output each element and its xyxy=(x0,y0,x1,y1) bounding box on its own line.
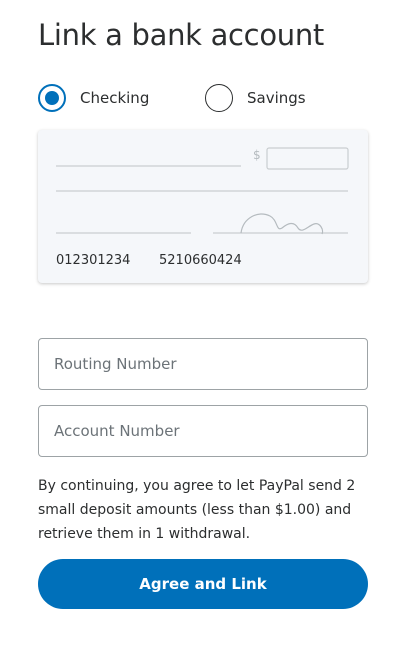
agree-and-link-button[interactable]: Agree and Link xyxy=(38,559,368,609)
signature-icon xyxy=(240,213,324,235)
check-routing-number: 012301234 xyxy=(56,253,131,268)
checking-label: Checking xyxy=(80,89,150,107)
savings-label: Savings xyxy=(247,89,306,107)
page-title: Link a bank account xyxy=(38,18,324,52)
currency-symbol: $ xyxy=(253,148,261,162)
disclaimer-text: By continuing, you agree to let PayPal s… xyxy=(38,478,356,542)
radio-dot xyxy=(45,91,59,105)
savings-radio[interactable]: Savings xyxy=(205,82,306,114)
check-illustration: $ 012301234 5210660424 xyxy=(38,130,368,283)
account-number-input[interactable] xyxy=(38,405,368,457)
radio-checked-icon[interactable] xyxy=(38,84,66,112)
routing-number-input[interactable] xyxy=(38,338,368,390)
radio-unchecked-icon[interactable] xyxy=(205,84,233,112)
check-account-number: 5210660424 xyxy=(159,253,242,268)
checking-radio[interactable]: Checking xyxy=(38,82,149,114)
amount-box xyxy=(266,147,349,170)
